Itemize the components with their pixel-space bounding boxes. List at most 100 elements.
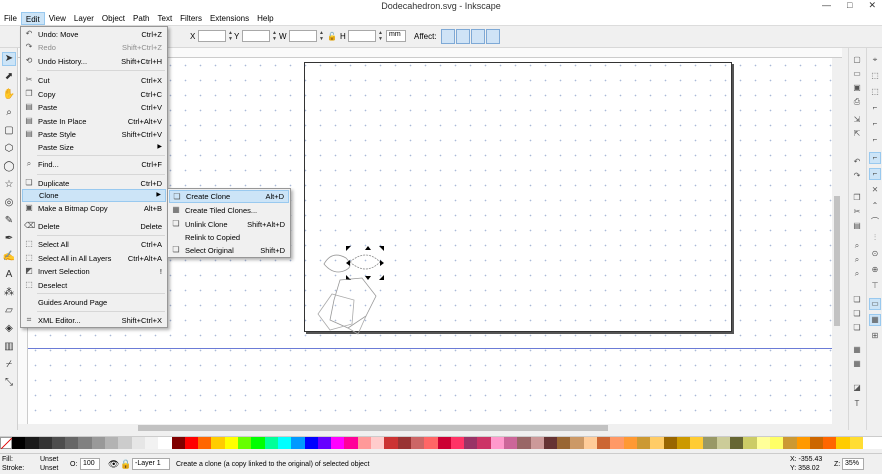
palette-swatch[interactable] [490,437,504,449]
palette-swatch[interactable] [25,437,39,449]
maximize-button[interactable]: □ [847,0,852,12]
palette-swatch[interactable] [450,437,465,449]
zoom-input[interactable]: 35% [842,458,864,470]
clone-menu-item-select-original[interactable]: ❏ Select Original Shift+D [169,244,289,257]
edit-menu-item-find[interactable]: ⌕ Find... Ctrl+F [22,158,166,171]
edit-menu-item-undo-history[interactable]: ⟲ Undo History... Shift+Ctrl+H [22,55,166,68]
save-icon[interactable]: ▣ [851,82,863,94]
paste-icon[interactable]: ▤ [851,220,863,232]
palette-swatch[interactable] [809,437,824,449]
menu-help[interactable]: Help [253,12,277,25]
h-input[interactable] [348,30,376,42]
palette-swatch[interactable] [158,437,172,449]
snap-toggle-icon[interactable]: ⌖ [869,54,881,66]
palette-swatch[interactable] [384,437,398,449]
snap-rotation-center-icon[interactable]: ⊕ [869,264,881,276]
edit-menu-item-paste-in-place[interactable]: ▤ Paste In Place Ctrl+Alt+V [22,115,166,128]
palette-swatch[interactable] [543,437,558,449]
snap-object-center-icon[interactable]: ⊙ [869,248,881,260]
edit-menu-item-paste[interactable]: ▤ Paste Ctrl+V [22,101,166,114]
palette-swatch[interactable] [38,437,52,449]
snap-cusp-icon[interactable]: ⌃ [869,200,881,212]
horizontal-scroll-thumb[interactable] [138,425,608,431]
minimize-button[interactable]: — [822,0,831,12]
export-icon[interactable]: ⇱ [851,128,863,140]
zoom-selection-icon[interactable]: ⌕ [851,240,863,252]
palette-swatch[interactable] [51,437,66,449]
move-patterns-toggle[interactable] [486,29,500,44]
palette-swatch[interactable] [517,437,531,449]
snap-nodes-icon[interactable]: ⌐ [869,152,881,164]
move-gradients-toggle[interactable] [471,29,485,44]
palette-swatch[interactable] [371,437,385,449]
clone-menu-item-create-clone[interactable]: ❏ Create Clone Alt+D [169,190,289,203]
palette-swatch[interactable] [251,437,265,449]
palette-swatch[interactable] [78,437,92,449]
edit-menu-item-select-all[interactable]: ⬚ Select All Ctrl+A [22,238,166,251]
node-tool-icon[interactable]: ⬈ [2,70,16,84]
ellipse-tool-icon[interactable]: ◯ [2,160,16,174]
palette-swatch[interactable] [836,437,850,449]
palette-swatch[interactable] [198,437,212,449]
palette-swatch[interactable] [238,437,252,449]
fill-stroke-icon[interactable]: ◪ [851,382,863,394]
edit-menu-item-copy[interactable]: ❐ Copy Ctrl+C [22,88,166,101]
vertical-scrollbar[interactable] [832,58,842,424]
import-icon[interactable]: ⇲ [851,114,863,126]
selector-tool-icon[interactable]: ➤ [2,52,16,66]
snap-bbox-edge-icon[interactable]: ⬚ [869,86,881,98]
snap-paths-icon[interactable]: ⌐ [869,168,881,180]
palette-swatch[interactable] [184,437,199,449]
edit-menu-item-undo-move[interactable]: ↶ Undo: Move Ctrl+Z [22,28,166,41]
rect-tool-icon[interactable]: ▢ [2,124,16,138]
text-tool-icon[interactable]: A [2,268,16,282]
palette-swatch[interactable] [317,437,332,449]
menu-view[interactable]: View [45,12,70,25]
y-spinner[interactable]: ▲ ▼ [271,30,278,42]
palette-swatch[interactable] [756,437,770,449]
scale-radii-toggle[interactable] [456,29,470,44]
clone-menu-item-create-tiled-clones[interactable]: ▦ Create Tiled Clones... [169,204,289,217]
palette-swatch[interactable] [65,437,79,449]
palette-swatch[interactable] [557,437,571,449]
palette-swatch[interactable] [503,437,518,449]
palette-swatch[interactable] [211,437,225,449]
palette-swatch[interactable] [264,437,278,449]
palette-swatch[interactable] [131,437,145,449]
opacity-input[interactable]: 100 [80,458,100,470]
edit-menu-item-paste-style[interactable]: ▤ Paste Style Shift+Ctrl+V [22,128,166,141]
cut-icon[interactable]: ✂ [851,206,863,218]
w-input[interactable] [289,30,317,42]
palette-swatch[interactable] [277,437,292,449]
fill-value[interactable]: Unset [40,456,58,463]
star-tool-icon[interactable]: ☆ [2,178,16,192]
palette-swatch[interactable] [663,437,677,449]
snap-bbox-mid-icon[interactable]: ⌐ [869,118,881,130]
clone-icon[interactable]: ❏ [851,308,863,320]
stroke-value[interactable]: Unset [40,465,58,472]
petal-shape-left[interactable] [323,254,351,273]
edit-menu-item-make-a-bitmap-copy[interactable]: ▣ Make a Bitmap Copy Alt+B [22,202,166,215]
menu-layer[interactable]: Layer [70,12,98,25]
menu-text[interactable]: Text [154,12,177,25]
snap-intersections-icon[interactable]: ⨯ [869,184,881,196]
3d-box-tool-icon[interactable]: ⬡ [2,142,16,156]
text-font-icon[interactable]: T [851,398,863,410]
edit-menu-item-guides-around-page[interactable]: Guides Around Page [22,296,166,309]
eraser-tool-icon[interactable]: ▱ [2,304,16,318]
copy-icon[interactable]: ❐ [851,192,863,204]
menu-object[interactable]: Object [98,12,129,25]
palette-swatch[interactable] [650,437,664,449]
dodecahedron-net[interactable] [317,277,377,335]
palette-swatch[interactable] [344,437,358,449]
edit-menu-item-cut[interactable]: ✂ Cut Ctrl+X [22,74,166,87]
snap-grid-icon[interactable]: ▦ [869,314,881,326]
new-document-icon[interactable]: ▢ [851,54,863,66]
palette-swatch[interactable] [410,437,425,449]
palette-swatch[interactable] [357,437,372,449]
palette-swatch[interactable] [623,437,637,449]
w-spinner[interactable]: ▲ ▼ [318,30,325,42]
calligraphy-tool-icon[interactable]: ✍ [2,250,16,264]
x-spinner[interactable]: ▲ ▼ [227,30,234,42]
y-input[interactable] [242,30,270,42]
